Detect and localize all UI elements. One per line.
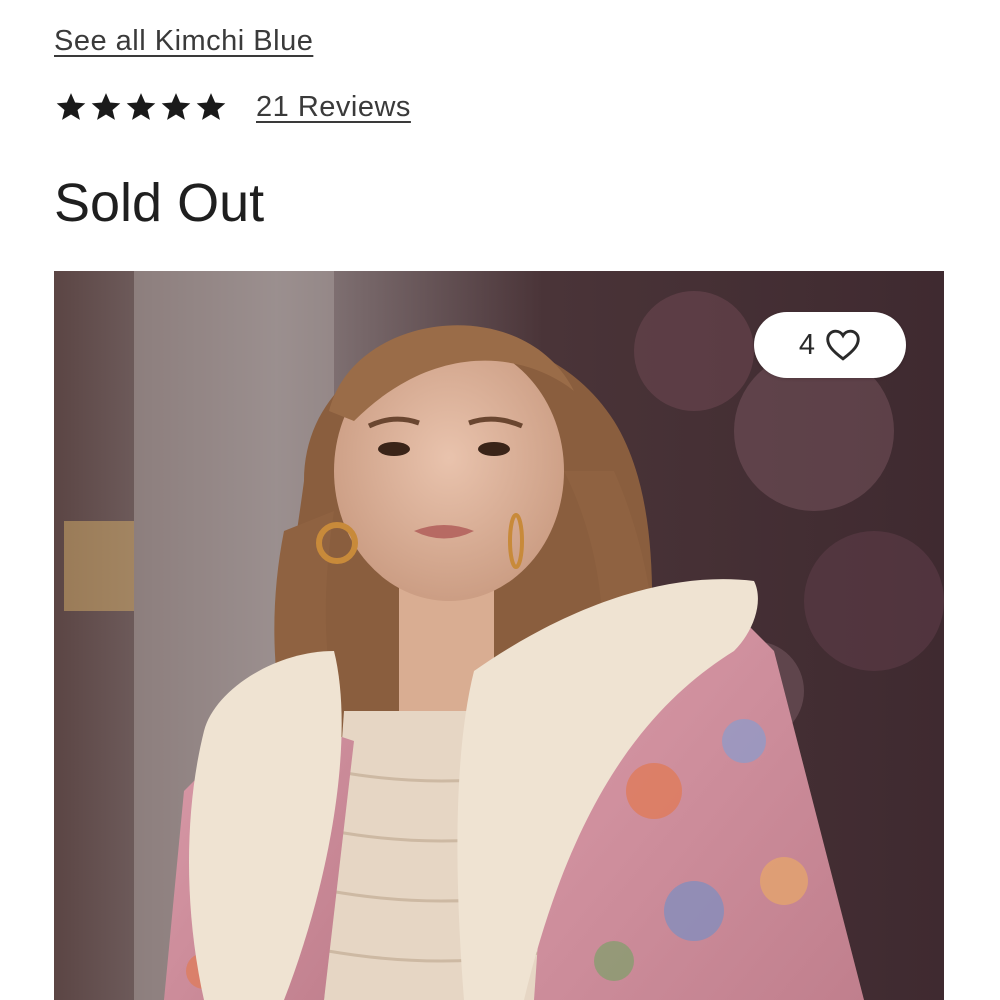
heart-outline-icon [826,329,860,361]
reviews-link[interactable]: 21 Reviews [256,91,411,124]
favorite-button[interactable]: 4 [754,312,906,378]
star-rating [54,90,228,124]
favorite-count: 4 [798,328,816,361]
product-image[interactable]: 4 [54,271,944,1000]
product-photo [54,271,944,1000]
star-icon [196,93,226,120]
availability-status: Sold Out [54,173,265,233]
rating-row: 21 Reviews [54,86,411,128]
see-all-brand-link[interactable]: See all Kimchi Blue [54,22,313,60]
star-icon [56,93,86,120]
star-icon [161,93,191,120]
star-icon [91,93,121,120]
star-icon [126,93,156,120]
